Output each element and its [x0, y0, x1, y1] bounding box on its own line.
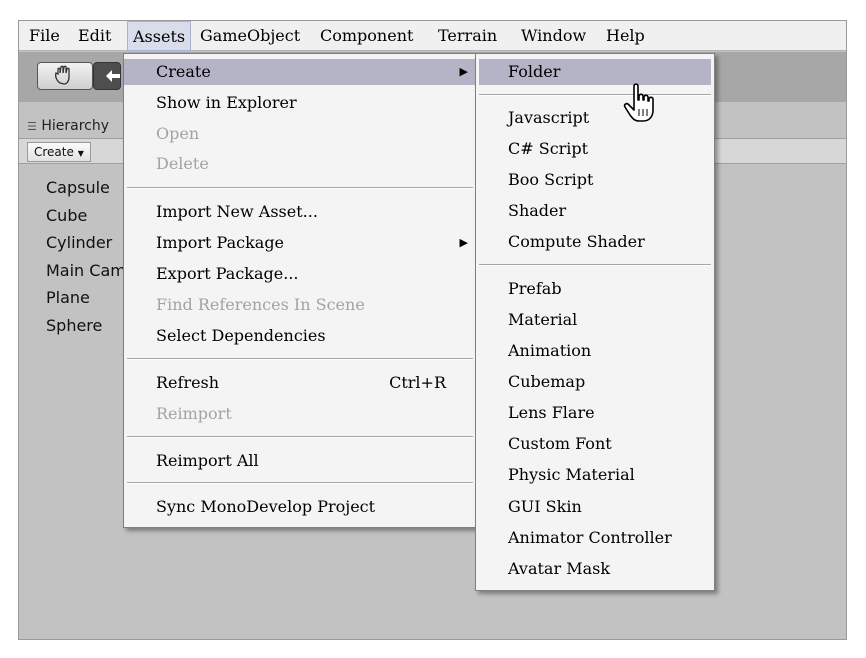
menu-item-label: Refresh	[156, 373, 220, 392]
assets-menu-item-open: Open	[124, 121, 476, 147]
create-submenu: Folder Javascript C# Script Boo Script S…	[475, 53, 715, 591]
menu-separator	[127, 482, 473, 484]
menu-item-label: Reimport All	[156, 451, 259, 470]
menu-item-label: Material	[508, 310, 578, 329]
create-menu-item-physic-material[interactable]: Physic Material	[476, 462, 714, 488]
menu-item-label: Export Package...	[156, 264, 299, 283]
menu-item-label: Cubemap	[508, 372, 586, 391]
menu-terrain[interactable]: Terrain	[438, 26, 497, 45]
create-menu-item-avatar-mask[interactable]: Avatar Mask	[476, 556, 714, 582]
menu-separator	[127, 358, 473, 360]
menu-item-label: Avatar Mask	[508, 559, 611, 578]
create-menu-item-animator-controller[interactable]: Animator Controller	[476, 525, 714, 551]
menu-item-label: Prefab	[508, 279, 562, 298]
assets-menu-item-reimport: Reimport	[124, 401, 476, 427]
menu-separator	[479, 94, 711, 96]
menu-item-label: Delete	[156, 154, 209, 173]
menu-item-label: Shader	[508, 201, 567, 220]
menu-item-label: Import Package	[156, 233, 285, 252]
list-icon: ☰	[27, 120, 37, 133]
menu-item-label: Physic Material	[508, 465, 635, 484]
assets-menu: Create ▶ Show in Explorer Open Delete Im…	[123, 53, 477, 528]
hand-icon	[54, 65, 70, 85]
assets-menu-item-show-in-explorer[interactable]: Show in Explorer	[124, 90, 476, 116]
assets-menu-item-refresh[interactable]: Refresh Ctrl+R	[124, 370, 476, 396]
create-menu-item-csharp-script[interactable]: C# Script	[476, 136, 714, 162]
menu-item-label: Sync MonoDevelop Project	[156, 497, 376, 516]
menu-item-label: Reimport	[156, 404, 232, 423]
menu-item-label: Find References In Scene	[156, 295, 365, 314]
menu-help[interactable]: Help	[606, 26, 645, 45]
dropdown-arrow-icon: ▼	[77, 149, 84, 158]
menu-item-label: Lens Flare	[508, 403, 595, 422]
menu-file[interactable]: File	[29, 26, 60, 45]
hand-pointer-cursor-icon	[623, 83, 654, 122]
menu-item-label: Animator Controller	[508, 528, 672, 547]
create-menu-item-shader[interactable]: Shader	[476, 198, 714, 224]
menu-gameobject[interactable]: GameObject	[200, 26, 300, 45]
menu-window[interactable]: Window	[521, 26, 586, 45]
menu-separator	[127, 187, 473, 189]
create-menu-item-folder[interactable]: Folder	[479, 59, 711, 85]
assets-menu-item-import-package[interactable]: Import Package ▶	[124, 230, 476, 256]
move-tool-button[interactable]	[93, 62, 121, 90]
assets-menu-item-sync-monodevelop[interactable]: Sync MonoDevelop Project	[124, 494, 476, 520]
assets-menu-item-select-dependencies[interactable]: Select Dependencies	[124, 323, 476, 349]
hierarchy-create-button[interactable]: Create ▼	[27, 142, 91, 162]
assets-menu-item-import-new-asset[interactable]: Import New Asset...	[124, 199, 476, 225]
create-menu-item-cubemap[interactable]: Cubemap	[476, 369, 714, 395]
submenu-arrow-icon: ▶	[459, 65, 468, 78]
assets-menu-item-create[interactable]: Create ▶	[124, 59, 476, 85]
assets-menu-item-find-references: Find References In Scene	[124, 292, 476, 318]
hierarchy-tab[interactable]: ☰ Hierarchy	[27, 115, 137, 137]
menu-item-label: C# Script	[508, 139, 589, 158]
assets-menu-item-export-package[interactable]: Export Package...	[124, 261, 476, 287]
create-button-label: Create	[34, 145, 74, 159]
create-menu-item-material[interactable]: Material	[476, 307, 714, 333]
menu-item-label: Folder	[508, 62, 561, 81]
create-menu-item-animation[interactable]: Animation	[476, 338, 714, 364]
menu-item-label: Select Dependencies	[156, 326, 326, 345]
move-arrows-icon	[106, 70, 120, 82]
shortcut-label: Ctrl+R	[389, 373, 446, 392]
create-menu-item-boo-script[interactable]: Boo Script	[476, 167, 714, 193]
menu-item-label: Custom Font	[508, 434, 612, 453]
menu-separator	[127, 436, 473, 438]
menu-item-label: Javascript	[508, 108, 590, 127]
menu-item-label: Import New Asset...	[156, 202, 318, 221]
menu-item-label: Open	[156, 124, 200, 143]
create-menu-item-javascript[interactable]: Javascript	[476, 105, 714, 131]
menu-separator	[479, 264, 711, 266]
menu-item-label: Create	[156, 62, 211, 81]
create-menu-item-prefab[interactable]: Prefab	[476, 276, 714, 302]
menu-item-label: Boo Script	[508, 170, 594, 189]
assets-menu-item-reimport-all[interactable]: Reimport All	[124, 448, 476, 474]
menu-item-label: Compute Shader	[508, 232, 645, 251]
menu-assets[interactable]: Assets	[127, 21, 192, 51]
menu-component[interactable]: Component	[320, 26, 413, 45]
create-menu-item-compute-shader[interactable]: Compute Shader	[476, 229, 714, 255]
create-menu-item-custom-font[interactable]: Custom Font	[476, 431, 714, 457]
menu-edit[interactable]: Edit	[78, 26, 111, 45]
create-menu-item-lens-flare[interactable]: Lens Flare	[476, 400, 714, 426]
hand-tool-button[interactable]	[37, 62, 93, 90]
create-menu-item-gui-skin[interactable]: GUI Skin	[476, 494, 714, 520]
menu-item-label: Show in Explorer	[156, 93, 297, 112]
menu-item-label: Animation	[508, 341, 592, 360]
menu-bar: File Edit Assets GameObject Component Te…	[19, 21, 846, 51]
submenu-arrow-icon: ▶	[459, 236, 468, 249]
menu-item-label: GUI Skin	[508, 497, 582, 516]
hierarchy-tab-label: Hierarchy	[41, 118, 109, 134]
assets-menu-item-delete: Delete	[124, 151, 476, 177]
